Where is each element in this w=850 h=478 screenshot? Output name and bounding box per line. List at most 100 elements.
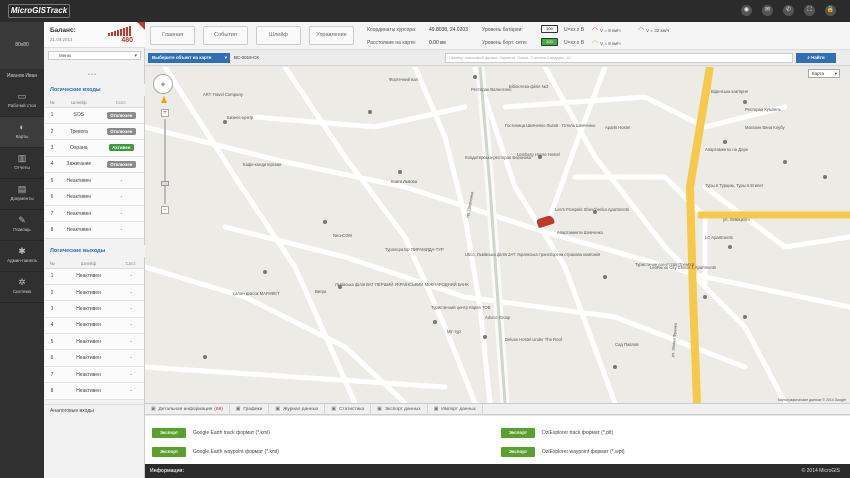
table-row[interactable]: 6 Неактивен - [45, 188, 144, 206]
row-number: 1 [45, 107, 59, 124]
pan-control-icon[interactable]: ✥ [153, 74, 173, 94]
menu-select[interactable]: Меню ▾ [48, 51, 141, 60]
tab-control[interactable]: Управление [309, 26, 354, 45]
table-row[interactable]: 3 Охрана Активен [45, 139, 144, 157]
globe-icon: ◐ [19, 122, 25, 132]
drag-handle-icon[interactable]: • • • [88, 72, 96, 78]
export-format-label: Google Earth waypoint формат (*.kml) [193, 449, 279, 455]
map-copyright[interactable]: Картографические данные © 2014 Google [778, 398, 846, 402]
loop-state: Активен [98, 139, 144, 157]
map-label: Сад Павлов [615, 342, 639, 347]
tab-chart[interactable]: ▣ Графики [230, 404, 270, 415]
map-label: салон красок МАРАФЕТ [233, 291, 280, 296]
loop-state: - [118, 317, 144, 335]
avatar[interactable]: 80x80 [0, 22, 44, 69]
table-row[interactable]: 8 Неактивен - [45, 382, 144, 400]
table-row[interactable]: 2 Тревога Отключен [45, 123, 144, 141]
tab-events[interactable]: События [203, 26, 248, 45]
sidebar-item-2[interactable]: ▥ Отчеты [0, 148, 44, 179]
loop-name: Неактивен [59, 366, 119, 384]
help-icon[interactable]: ◉ [741, 5, 752, 16]
row-number: 8 [45, 221, 59, 239]
map-label: Вигра [315, 289, 327, 294]
speed-value-3: V = 32 км/ч [646, 28, 670, 33]
map-label: Бібліотека-філія №3 [509, 84, 549, 89]
selected-object[interactable]: ВС-0019-СК [234, 53, 434, 63]
speedometer-icon: ◠ [592, 27, 599, 34]
tab-loop[interactable]: Шлейф [256, 26, 301, 45]
bottom-tabs: ▣ Детальная информация (68) ▣ Графики ▣ Журнал… [145, 403, 850, 415]
tab-main[interactable]: Главная [150, 26, 195, 45]
distance-value: 0.00 км [429, 40, 446, 46]
map-type-select[interactable]: Карта ▾ [808, 69, 840, 78]
table-row[interactable]: 1 Неактивен - [45, 268, 144, 285]
row-number: 1 [45, 268, 59, 285]
table-row[interactable]: 6 Неактивен - [45, 349, 144, 367]
zoom-out-button[interactable]: − [161, 206, 169, 214]
table-row[interactable]: 7 Неактивен - [45, 366, 144, 384]
fullscreen-icon[interactable]: ⛶ [804, 5, 815, 16]
sidebar-item-0[interactable]: ▭ Рабочий стол [0, 86, 44, 117]
export-kml-track-button[interactable]: Экспорт [152, 428, 186, 438]
zoom-slider-knob[interactable] [161, 181, 169, 186]
sidebar-item-5[interactable]: ✱ Админ-панель [0, 241, 44, 272]
loop-state: - [118, 349, 144, 367]
tab-statistics[interactable]: ▣ Статистика [325, 404, 372, 415]
map-view[interactable]: ✥ ♟ + − Карта ▾ ART Travel Company Бизне… [145, 67, 850, 403]
tab-label: Статистика [338, 407, 365, 412]
sidebar-item-3[interactable]: ▤ Документы [0, 179, 44, 210]
map-label: Utico, Львівська філія ЗАТ Українська тр… [465, 252, 601, 257]
table-row[interactable]: 7 Неактивен - [45, 205, 144, 223]
table-row[interactable]: 4 Неактивен - [45, 317, 144, 335]
tab-info[interactable]: ▣ Детальная информация (68) [145, 404, 230, 415]
footer: Информация: © 2014 MicroGIS [145, 464, 850, 478]
mail-icon[interactable]: ✉ [762, 5, 773, 16]
loop-name: Неактивен [59, 268, 119, 285]
tab-journal[interactable]: ▣ Журнал данных [269, 404, 326, 415]
app-logo[interactable]: MicroGISTrack [8, 4, 70, 18]
loop-state: - [118, 366, 144, 384]
sidebar-item-1[interactable]: ◐ Карты [0, 117, 44, 148]
find-button[interactable]: ⌕ Найти [796, 53, 836, 63]
io-panel: Баланс: 21.04.2014 480 Меню ▾ • • • Логи… [44, 22, 145, 478]
loop-name: Охрана [59, 139, 99, 157]
row-number: 5 [45, 172, 59, 190]
analog-inputs-title[interactable]: Аналоговые входы [44, 404, 145, 416]
status-badge[interactable]: Отключен [107, 160, 136, 168]
table-row[interactable]: 3 Неактивен - [45, 300, 144, 318]
object-select[interactable]: Выберите объект на карте ▾ [148, 53, 230, 63]
tab-import[interactable]: ▣ Импорт данных [428, 404, 483, 415]
table-row[interactable]: 8 Неактивен - [45, 221, 144, 239]
export-plt-track-button[interactable]: Экспорт [501, 428, 535, 438]
chevron-down-icon: ▾ [224, 55, 227, 60]
tab-export[interactable]: ▣ Экспорт данных [371, 404, 428, 415]
export-kml-waypoint-button[interactable]: Экспорт [152, 447, 186, 457]
loop-name: Неактивен [59, 172, 99, 190]
row-number: 6 [45, 188, 59, 206]
phone-icon[interactable]: ✆ [783, 5, 794, 16]
sidebar-item-label: Документы [10, 196, 34, 201]
table-row[interactable]: 5 Неактивен - [45, 333, 144, 351]
table-row[interactable]: 5 Неактивен - [45, 172, 144, 190]
row-number: 7 [45, 366, 59, 384]
status-badge[interactable]: Активен [109, 144, 134, 152]
col-header: Сост. [98, 98, 144, 108]
row-number: 2 [45, 284, 59, 302]
table-row[interactable]: 1 SOS Отключен [45, 107, 144, 124]
export-wpt-waypoint-button[interactable]: Экспорт [501, 447, 535, 457]
address-search-input[interactable]: Пример поисковой фразы: Украина, Львов, … [445, 53, 793, 63]
tab-count: (68) [214, 407, 223, 412]
table-row[interactable]: 2 Неактивен - [45, 284, 144, 302]
table-row[interactable]: 4 Зажигание Отключен [45, 156, 144, 174]
sidebar-item-6[interactable]: ✲ Система [0, 272, 44, 303]
lock-icon[interactable]: 🔒 [825, 5, 836, 16]
street-view-icon[interactable]: ♟ [159, 95, 169, 106]
status-badge[interactable]: Отключен [107, 128, 136, 136]
status-badge[interactable]: Отключен [107, 111, 136, 119]
loop-name: Неактивен [59, 284, 119, 302]
col-header: № [45, 259, 59, 269]
zoom-track[interactable] [164, 119, 166, 204]
sidebar-item-4[interactable]: ✎ Помощь [0, 210, 44, 241]
user-name[interactable]: Иванов Иван [0, 69, 44, 83]
zoom-in-button[interactable]: + [161, 109, 169, 117]
